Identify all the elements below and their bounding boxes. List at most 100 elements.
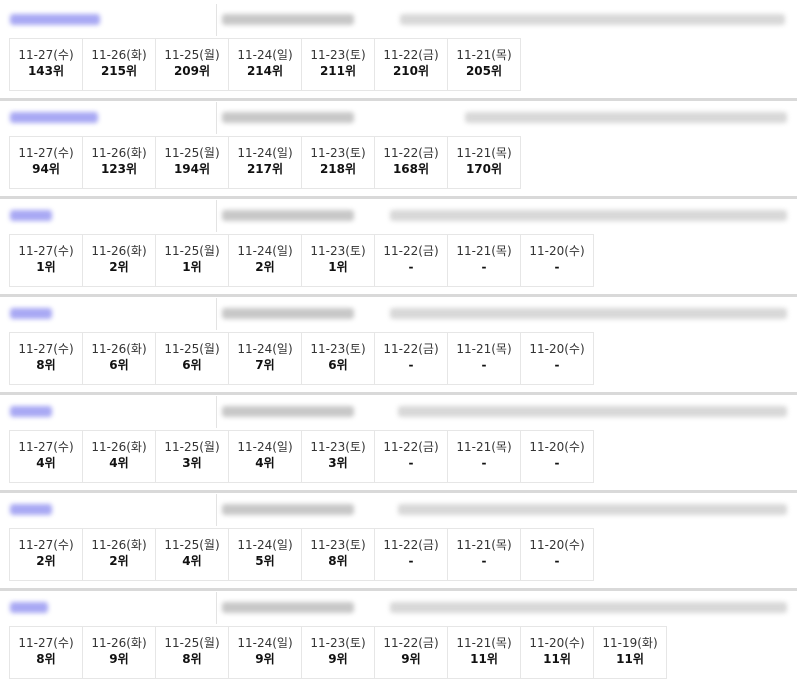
daily-rank-cell: 11-24(일) 5위 bbox=[229, 529, 302, 580]
rank-value: 214위 bbox=[246, 64, 284, 78]
rank-date: 11-24(일) bbox=[237, 538, 293, 552]
rank-date: 11-22(금) bbox=[383, 244, 439, 258]
item-header bbox=[0, 298, 797, 330]
daily-rank-cell: 11-25(월) 8위 bbox=[156, 627, 229, 678]
rank-value: 4위 bbox=[36, 456, 56, 470]
daily-rank-cell: 11-25(월) 209위 bbox=[156, 39, 229, 90]
rank-value: 7위 bbox=[255, 358, 275, 372]
rank-item-block: 11-27(수) 1위 11-26(화) 2위 11-25(월) 1위 11-24(일) 2위… bbox=[0, 196, 797, 294]
daily-rank-cell: 11-24(일) 4위 bbox=[229, 431, 302, 482]
rank-date: 11-22(금) bbox=[383, 342, 439, 356]
daily-rank-cell: 11-25(월) 6위 bbox=[156, 333, 229, 384]
header-divider bbox=[216, 4, 217, 36]
rank-date: 11-20(수) bbox=[529, 538, 585, 552]
daily-rank-cell: 11-26(화) 9위 bbox=[83, 627, 156, 678]
rank-date: 11-21(목) bbox=[456, 342, 512, 356]
keyword-redacted bbox=[222, 112, 354, 123]
daily-rank-cell: 11-27(수) 4위 bbox=[10, 431, 83, 482]
daily-rank-cell: 11-20(수) - bbox=[521, 235, 594, 286]
daily-rank-cell: 11-27(수) 8위 bbox=[10, 333, 83, 384]
rank-date: 11-25(월) bbox=[164, 342, 220, 356]
rank-date: 11-22(금) bbox=[383, 538, 439, 552]
daily-rank-cell: 11-22(금) 168위 bbox=[375, 137, 448, 188]
header-divider bbox=[216, 298, 217, 330]
rank-value: 9위 bbox=[328, 652, 348, 666]
rank-date: 11-27(수) bbox=[18, 244, 74, 258]
daily-rank-cell: 11-20(수) - bbox=[521, 333, 594, 384]
rank-date: 11-27(수) bbox=[18, 636, 74, 650]
daily-rank-cell: 11-23(토) 3위 bbox=[302, 431, 375, 482]
rank-value: 8위 bbox=[328, 554, 348, 568]
item-title-link-redacted[interactable] bbox=[10, 406, 52, 417]
rank-value: - bbox=[408, 554, 414, 568]
rank-value: 170위 bbox=[465, 162, 503, 176]
rank-value: 9위 bbox=[255, 652, 275, 666]
rank-date: 11-21(목) bbox=[456, 440, 512, 454]
item-header bbox=[0, 4, 797, 36]
rank-value: 2위 bbox=[36, 554, 56, 568]
rank-value: 6위 bbox=[182, 358, 202, 372]
rank-date: 11-23(토) bbox=[310, 538, 366, 552]
rank-date: 11-25(월) bbox=[164, 440, 220, 454]
item-title-link-redacted[interactable] bbox=[10, 504, 52, 515]
item-title-link-redacted[interactable] bbox=[10, 308, 52, 319]
daily-rank-row: 11-27(수) 4위 11-26(화) 4위 11-25(월) 3위 11-24(일) 4위… bbox=[9, 430, 594, 483]
rank-value: 8위 bbox=[182, 652, 202, 666]
description-redacted bbox=[400, 14, 785, 25]
rank-value: - bbox=[554, 554, 560, 568]
rank-value: 210위 bbox=[392, 64, 430, 78]
item-title-link-redacted[interactable] bbox=[10, 112, 98, 123]
description-redacted bbox=[390, 210, 787, 221]
item-title-link-redacted[interactable] bbox=[10, 14, 100, 25]
rank-date: 11-27(수) bbox=[18, 538, 74, 552]
daily-rank-cell: 11-23(토) 218위 bbox=[302, 137, 375, 188]
rank-date: 11-25(월) bbox=[164, 636, 220, 650]
keyword-redacted bbox=[222, 210, 354, 221]
header-divider bbox=[216, 494, 217, 526]
rank-date: 11-26(화) bbox=[91, 440, 147, 454]
daily-rank-row: 11-27(수) 143위 11-26(화) 215위 11-25(월) 209위 11-2… bbox=[9, 38, 521, 91]
description-redacted bbox=[398, 406, 787, 417]
daily-rank-cell: 11-25(월) 1위 bbox=[156, 235, 229, 286]
rank-value: 8위 bbox=[36, 358, 56, 372]
rank-date: 11-21(목) bbox=[456, 538, 512, 552]
rank-value: - bbox=[408, 456, 414, 470]
daily-rank-cell: 11-19(화) 11위 bbox=[594, 627, 667, 678]
rank-date: 11-22(금) bbox=[383, 636, 439, 650]
daily-rank-cell: 11-25(월) 4위 bbox=[156, 529, 229, 580]
item-header bbox=[0, 396, 797, 428]
daily-rank-cell: 11-23(토) 211위 bbox=[302, 39, 375, 90]
rank-date: 11-25(월) bbox=[164, 146, 220, 160]
daily-rank-cell: 11-24(일) 2위 bbox=[229, 235, 302, 286]
rank-value: - bbox=[481, 456, 487, 470]
item-header bbox=[0, 592, 797, 624]
rank-value: 6위 bbox=[328, 358, 348, 372]
daily-rank-cell: 11-21(목) - bbox=[448, 235, 521, 286]
rank-value: - bbox=[554, 456, 560, 470]
keyword-redacted bbox=[222, 504, 354, 515]
rank-value: 1위 bbox=[182, 260, 202, 274]
rank-item-block: 11-27(수) 2위 11-26(화) 2위 11-25(월) 4위 11-24(일) 5위… bbox=[0, 490, 797, 588]
rank-date: 11-23(토) bbox=[310, 146, 366, 160]
rank-date: 11-20(수) bbox=[529, 636, 585, 650]
rank-date: 11-23(토) bbox=[310, 48, 366, 62]
rank-value: 2위 bbox=[109, 554, 129, 568]
daily-rank-cell: 11-23(토) 6위 bbox=[302, 333, 375, 384]
rank-date: 11-25(월) bbox=[164, 244, 220, 258]
item-title-link-redacted[interactable] bbox=[10, 602, 48, 613]
rank-date: 11-23(토) bbox=[310, 342, 366, 356]
daily-rank-cell: 11-21(목) - bbox=[448, 431, 521, 482]
rank-date: 11-22(금) bbox=[383, 146, 439, 160]
rank-value: 218위 bbox=[319, 162, 357, 176]
keyword-redacted bbox=[222, 14, 354, 25]
item-title-link-redacted[interactable] bbox=[10, 210, 52, 221]
daily-rank-cell: 11-20(수) - bbox=[521, 529, 594, 580]
daily-rank-cell: 11-26(화) 123위 bbox=[83, 137, 156, 188]
rank-date: 11-20(수) bbox=[529, 342, 585, 356]
rank-date: 11-21(목) bbox=[456, 244, 512, 258]
rank-value: - bbox=[554, 260, 560, 274]
daily-rank-cell: 11-26(화) 4위 bbox=[83, 431, 156, 482]
item-separator bbox=[0, 490, 797, 493]
rank-date: 11-23(토) bbox=[310, 244, 366, 258]
rank-item-block: 11-27(수) 4위 11-26(화) 4위 11-25(월) 3위 11-24(일) 4위… bbox=[0, 392, 797, 490]
